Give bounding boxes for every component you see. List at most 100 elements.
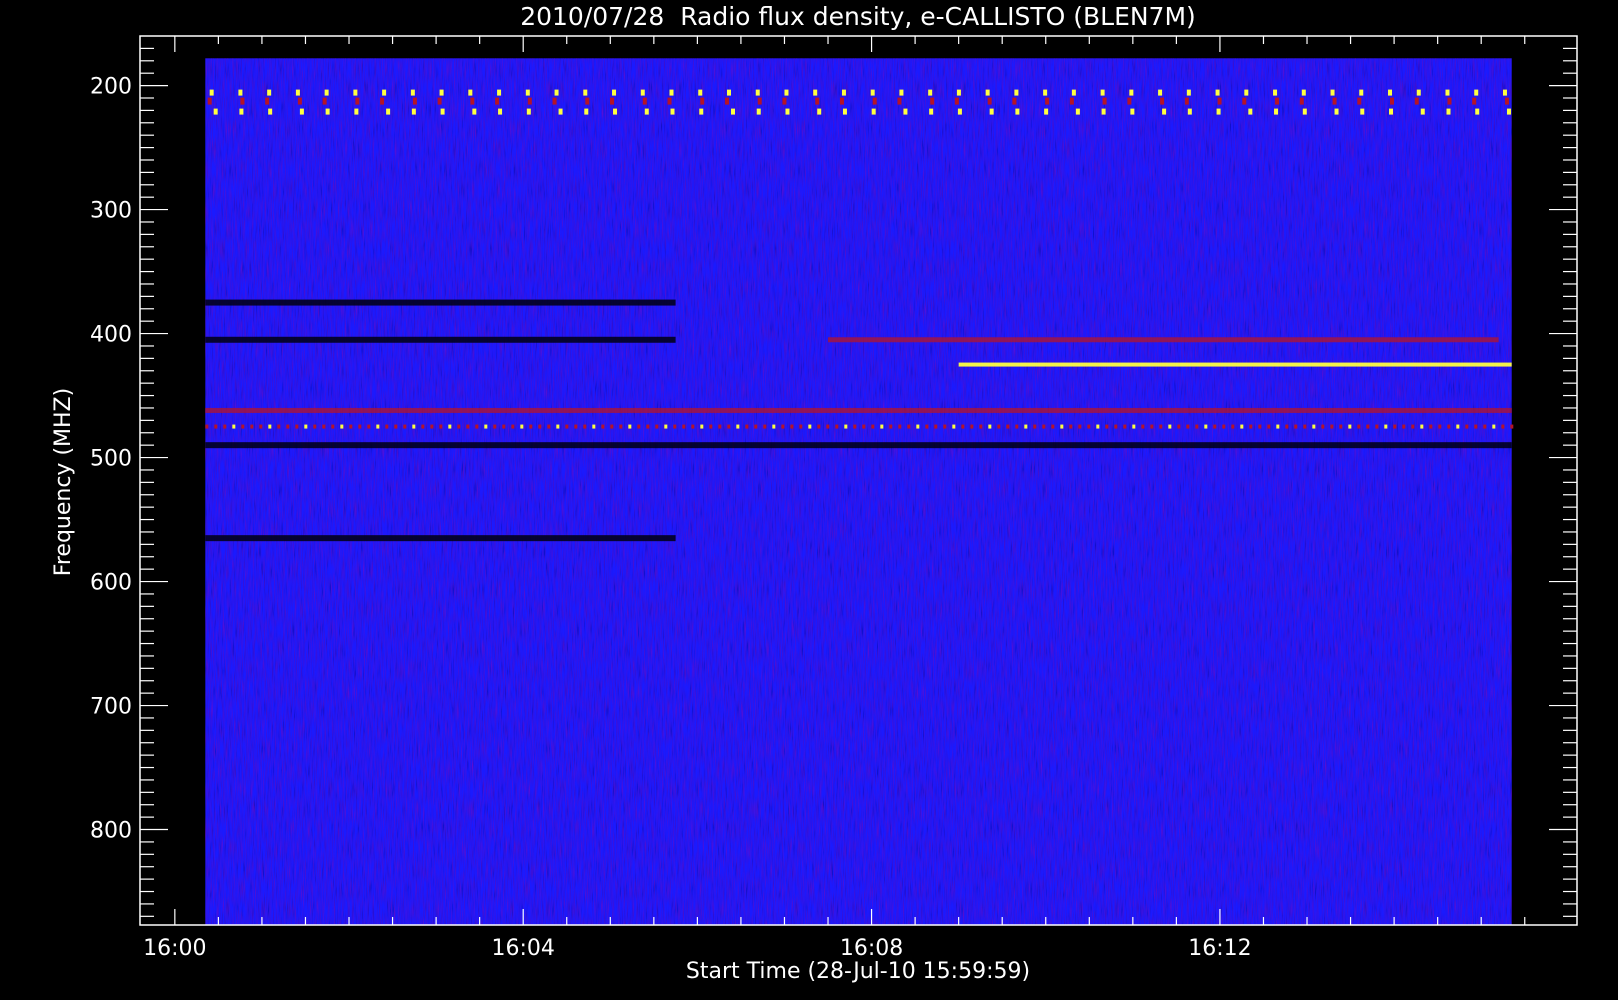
emission-dot bbox=[1069, 424, 1073, 429]
emission-dot bbox=[799, 424, 803, 429]
emission-dot bbox=[1159, 424, 1163, 429]
dark-band bbox=[205, 442, 1512, 449]
emission-dot bbox=[1393, 424, 1397, 429]
chart-title: 2010/07/28 Radio flux density, e-CALLIST… bbox=[520, 2, 1196, 31]
burst-mark bbox=[699, 108, 704, 115]
burst-mark bbox=[1359, 89, 1364, 96]
emission-dot bbox=[1357, 424, 1361, 429]
emission-dot bbox=[214, 424, 218, 429]
emission-dot bbox=[1375, 424, 1379, 429]
emission-dot bbox=[1330, 424, 1334, 429]
burst-mark bbox=[299, 108, 304, 115]
burst-mark bbox=[1357, 97, 1362, 105]
burst-mark bbox=[1130, 108, 1135, 115]
x-tick-label: 16:00 bbox=[143, 936, 206, 961]
burst-mark bbox=[295, 89, 300, 96]
burst-mark bbox=[757, 97, 762, 105]
emission-dot bbox=[673, 424, 677, 429]
y-tick-label: 200 bbox=[90, 75, 132, 100]
emission-dot bbox=[808, 424, 812, 429]
emission-dot bbox=[619, 424, 623, 429]
burst-mark bbox=[1187, 108, 1192, 115]
burst-mark bbox=[382, 89, 387, 96]
emission-dot bbox=[1411, 424, 1415, 429]
emission-dot bbox=[1285, 424, 1289, 429]
burst-mark bbox=[842, 108, 847, 115]
emission-dot bbox=[844, 424, 848, 429]
emission-dot bbox=[1231, 424, 1235, 429]
burst-mark bbox=[1101, 108, 1106, 115]
emission-dot bbox=[349, 424, 353, 429]
emission-dot bbox=[403, 424, 407, 429]
burst-mark bbox=[1273, 89, 1278, 96]
burst-mark bbox=[871, 108, 876, 115]
burst-mark bbox=[1215, 89, 1220, 96]
burst-mark bbox=[930, 97, 935, 105]
burst-mark bbox=[207, 97, 212, 105]
burst-mark bbox=[989, 108, 994, 115]
burst-mark bbox=[1390, 97, 1395, 105]
burst-mark bbox=[815, 97, 820, 105]
emission-dot bbox=[421, 424, 425, 429]
burst-mark bbox=[1360, 108, 1365, 115]
burst-mark bbox=[669, 89, 674, 96]
emission-dot bbox=[1312, 424, 1316, 429]
emission-dot bbox=[1258, 424, 1262, 429]
emission-dot bbox=[484, 424, 488, 429]
burst-mark bbox=[527, 97, 532, 105]
emission-dot bbox=[1438, 424, 1442, 429]
emission-dot bbox=[646, 424, 650, 429]
emission-dot bbox=[1141, 424, 1145, 429]
emission-dot bbox=[547, 424, 551, 429]
emission-band bbox=[958, 362, 1512, 367]
emission-dot bbox=[295, 424, 299, 429]
burst-mark bbox=[353, 89, 358, 96]
burst-mark bbox=[411, 108, 416, 115]
burst-mark bbox=[667, 97, 672, 105]
burst-mark bbox=[1012, 97, 1017, 105]
y-tick-label: 700 bbox=[90, 695, 132, 720]
burst-mark bbox=[437, 97, 442, 105]
emission-dot bbox=[1348, 424, 1352, 429]
emission-dot bbox=[1420, 424, 1424, 429]
burst-mark bbox=[297, 97, 302, 105]
emission-dot bbox=[835, 424, 839, 429]
emission-dot bbox=[1177, 424, 1181, 429]
burst-mark bbox=[1332, 97, 1337, 105]
burst-mark bbox=[322, 97, 327, 105]
burst-mark bbox=[644, 108, 649, 115]
emission-dot bbox=[1501, 424, 1505, 429]
y-tick-label: 400 bbox=[90, 323, 132, 348]
burst-mark bbox=[610, 97, 615, 105]
burst-mark bbox=[468, 89, 473, 96]
emission-dot bbox=[1051, 424, 1055, 429]
emission-dot bbox=[1510, 424, 1514, 429]
emission-dot bbox=[772, 424, 776, 429]
burst-mark bbox=[724, 97, 729, 105]
burst-mark bbox=[785, 108, 790, 115]
y-axis-label: Frequency (MHZ) bbox=[51, 388, 76, 576]
emission-dot bbox=[1213, 424, 1217, 429]
burst-mark bbox=[1330, 89, 1335, 96]
emission-dot bbox=[1492, 424, 1496, 429]
burst-mark bbox=[240, 97, 245, 105]
x-axis-label: Start Time (28-Jul-10 15:59:59) bbox=[686, 959, 1030, 984]
burst-mark bbox=[209, 89, 214, 96]
emission-dot bbox=[250, 424, 254, 429]
burst-mark bbox=[1242, 97, 1247, 105]
burst-mark bbox=[355, 97, 360, 105]
emission-dot bbox=[313, 424, 317, 429]
emission-dot bbox=[970, 424, 974, 429]
emission-dot bbox=[1096, 424, 1100, 429]
emission-dot bbox=[358, 424, 362, 429]
burst-mark bbox=[954, 97, 959, 105]
burst-mark bbox=[1472, 97, 1477, 105]
emission-dot bbox=[1474, 424, 1478, 429]
burst-mark bbox=[670, 108, 675, 115]
emission-dot bbox=[511, 424, 515, 429]
burst-mark bbox=[412, 97, 417, 105]
emission-dot bbox=[457, 424, 461, 429]
emission-dot bbox=[655, 424, 659, 429]
burst-mark bbox=[1447, 97, 1452, 105]
burst-mark bbox=[1160, 97, 1165, 105]
